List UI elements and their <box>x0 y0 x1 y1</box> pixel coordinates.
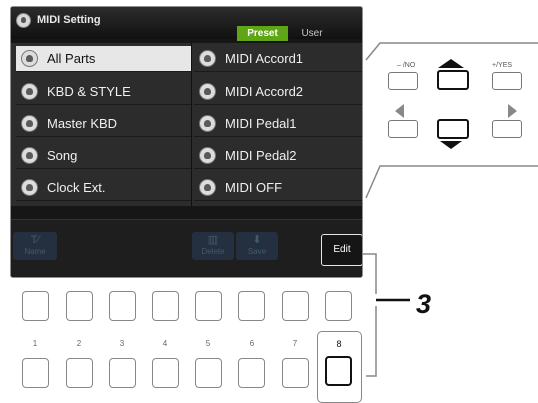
list-item-label: Clock Ext. <box>47 180 106 195</box>
number-label-5: 5 <box>205 339 211 348</box>
upper-button-8[interactable] <box>325 291 352 321</box>
window-title: MIDI Setting <box>37 14 101 26</box>
midi-file-icon <box>199 83 216 100</box>
download-icon: ⬇ <box>252 234 262 246</box>
list-item-label: MIDI OFF <box>225 180 283 195</box>
list-item-label: KBD & STYLE <box>47 84 131 99</box>
list-item-master-kbd[interactable]: Master KBD <box>16 111 191 137</box>
title-bar: MIDI Setting Preset User <box>11 7 362 41</box>
upper-button-1[interactable] <box>22 291 49 321</box>
lower-button-1[interactable] <box>22 358 49 388</box>
edit-button[interactable]: Edit <box>321 234 362 266</box>
number-label-8: 8 <box>336 339 342 349</box>
list-item-midi-pedal2[interactable]: MIDI Pedal2 <box>194 143 362 169</box>
column-divider <box>191 43 192 206</box>
name-button[interactable]: T⁄ Name <box>13 232 57 260</box>
list-item-midi-off[interactable]: MIDI OFF <box>194 175 362 201</box>
rename-icon: T⁄ <box>30 234 40 246</box>
list-item-clock-ext[interactable]: Clock Ext. <box>16 175 191 201</box>
midi-file-icon <box>21 50 38 67</box>
upper-button-4[interactable] <box>152 291 179 321</box>
lower-button-8[interactable] <box>325 356 352 386</box>
list-item-midi-accord1[interactable]: MIDI Accord1 <box>194 46 362 72</box>
number-label-4: 4 <box>162 339 168 348</box>
list-item-label: Song <box>47 148 78 163</box>
list-item-song[interactable]: Song <box>16 143 191 169</box>
down-arrow-icon <box>440 141 462 149</box>
lower-button-7[interactable] <box>282 358 309 388</box>
number-label-7: 7 <box>292 339 298 348</box>
lower-button-3[interactable] <box>109 358 136 388</box>
list-item-midi-pedal1[interactable]: MIDI Pedal1 <box>194 111 362 137</box>
number-label-3: 3 <box>119 339 125 348</box>
upper-button-5[interactable] <box>195 291 222 321</box>
list-item-label: MIDI Pedal1 <box>225 116 297 131</box>
upper-button-3[interactable] <box>109 291 136 321</box>
number-label-2: 2 <box>76 339 82 348</box>
list-item-kbd-style[interactable]: KBD & STYLE <box>16 79 191 105</box>
upper-button-2[interactable] <box>66 291 93 321</box>
trash-icon: ▥ <box>207 234 219 246</box>
tab-preset[interactable]: Preset <box>237 26 288 41</box>
delete-button[interactable]: ▥ Delete <box>192 232 234 260</box>
list-item-midi-accord2[interactable]: MIDI Accord2 <box>194 79 362 105</box>
upper-button-6[interactable] <box>238 291 265 321</box>
lower-button-5[interactable] <box>195 358 222 388</box>
midi-file-icon <box>199 179 216 196</box>
midi-file-icon <box>21 83 38 100</box>
list-item-label: MIDI Accord1 <box>225 51 304 66</box>
midi-file-icon <box>199 115 216 132</box>
list-item-label: MIDI Accord2 <box>225 84 304 99</box>
list-item-label: MIDI Pedal2 <box>225 148 297 163</box>
midi-icon <box>16 13 31 28</box>
down-button[interactable] <box>437 119 469 139</box>
midi-file-icon <box>199 147 216 164</box>
tab-user[interactable]: User <box>288 26 336 41</box>
no-button[interactable] <box>388 72 418 90</box>
save-button[interactable]: ⬇ Save <box>236 232 278 260</box>
right-arrow-icon <box>508 104 517 118</box>
midi-file-icon <box>199 50 216 67</box>
midi-file-icon <box>21 179 38 196</box>
lcd-display: MIDI Setting Preset User All Parts KBD &… <box>10 6 363 278</box>
midi-file-icon <box>21 115 38 132</box>
list-item-label: Master KBD <box>47 116 118 131</box>
midi-file-icon <box>21 147 38 164</box>
lower-button-2[interactable] <box>66 358 93 388</box>
right-button[interactable] <box>492 120 522 138</box>
yes-label: +/YES <box>492 62 513 69</box>
up-arrow-icon <box>438 59 464 68</box>
number-label-1: 1 <box>32 339 38 348</box>
no-label: – /NO <box>397 62 416 69</box>
list-item-all-parts[interactable]: All Parts <box>16 46 191 72</box>
left-button[interactable] <box>388 120 418 138</box>
number-label-6: 6 <box>249 339 255 348</box>
upper-button-7[interactable] <box>282 291 309 321</box>
soft-button-bar: T⁄ Name ▥ Delete ⬇ Save Edit <box>11 219 362 277</box>
lower-button-4[interactable] <box>152 358 179 388</box>
step-callout: 3 <box>416 289 432 319</box>
yes-button[interactable] <box>492 72 522 90</box>
lower-button-6[interactable] <box>238 358 265 388</box>
up-button[interactable] <box>437 70 469 90</box>
left-arrow-icon <box>395 104 404 118</box>
list-item-label: All Parts <box>47 51 96 66</box>
